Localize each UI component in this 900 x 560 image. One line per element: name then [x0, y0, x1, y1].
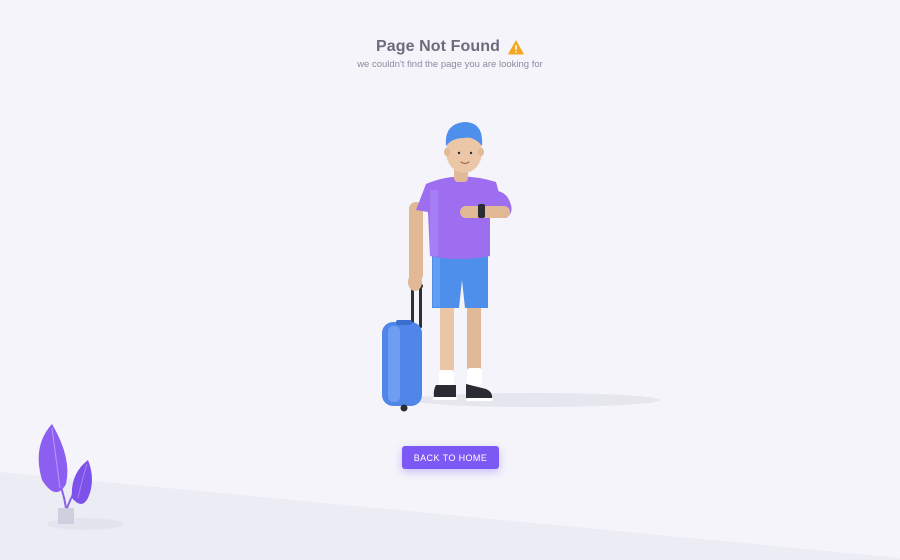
warning-icon — [508, 40, 524, 55]
traveler-with-suitcase-illustration — [382, 122, 660, 412]
header: Page Not Found we couldn't find the page… — [0, 38, 900, 70]
page-title: Page Not Found — [375, 38, 501, 55]
back-to-home-button[interactable]: BACK TO HOME — [402, 446, 499, 469]
page-subtitle: we couldn't find the page you are lookin… — [357, 59, 543, 70]
title-row: Page Not Found — [376, 38, 524, 56]
plant-icon — [38, 424, 123, 530]
